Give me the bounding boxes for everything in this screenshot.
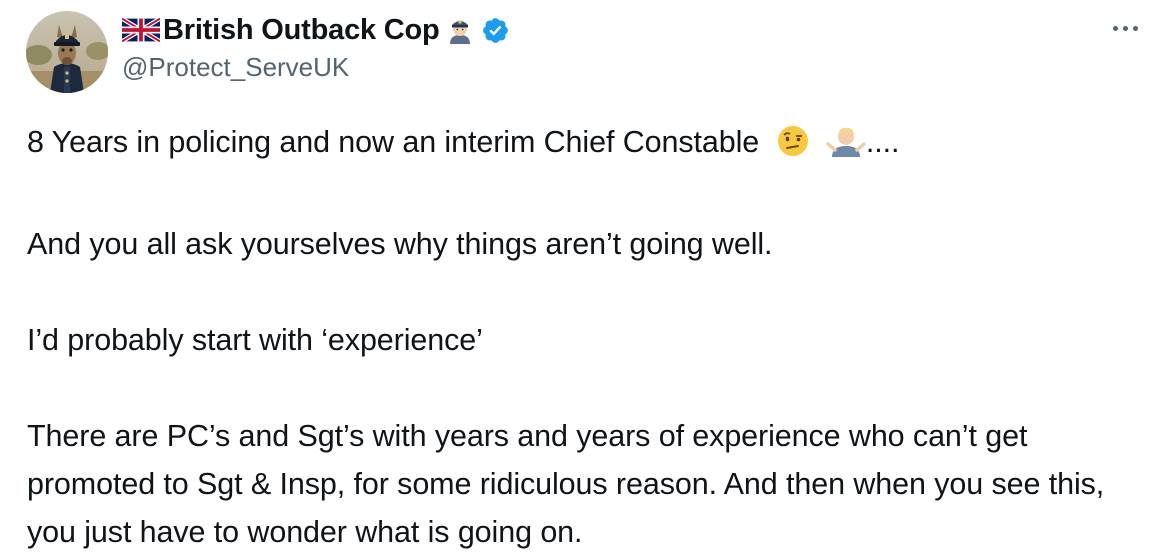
verified-badge-icon[interactable] (481, 16, 510, 45)
more-horizontal-icon (1132, 25, 1138, 31)
display-name[interactable]: British Outback Cop (163, 14, 440, 47)
tweet-line-1-suffix: .... (865, 125, 900, 159)
person-shrugging-emoji (826, 124, 866, 172)
tweet-paragraph-3: I’d probably start with ‘experience’ (27, 323, 483, 357)
kangaroo-police-officer-avatar (26, 11, 108, 93)
tweet-text: 8 Years in policing and now an interim C… (27, 118, 1137, 556)
uk-flag-icon (120, 16, 162, 44)
tweet-line-1-text: 8 Years in policing and now an interim C… (27, 125, 760, 159)
more-horizontal-icon (1112, 25, 1118, 31)
tweet-header: British Outback Cop @Protect_ServeUK (120, 10, 510, 83)
avatar[interactable] (26, 11, 108, 93)
tweet-paragraph-2: And you all ask yourselves why things ar… (27, 227, 773, 261)
tweet-paragraph-4: There are PC’s and Sgt’s with years and … (27, 419, 1105, 549)
tweet-card: British Outback Cop @Protect_ServeUK 8 Y… (0, 0, 1155, 557)
face-with-raised-eyebrow-emoji (776, 124, 810, 172)
more-options-button[interactable] (1105, 12, 1145, 44)
tweet-paragraph-1: 8 Years in policing and now an interim C… (27, 118, 1137, 172)
police-officer-emoji (445, 15, 475, 45)
name-row: British Outback Cop (120, 10, 510, 50)
user-handle[interactable]: @Protect_ServeUK (122, 52, 510, 83)
more-horizontal-icon (1122, 25, 1128, 31)
